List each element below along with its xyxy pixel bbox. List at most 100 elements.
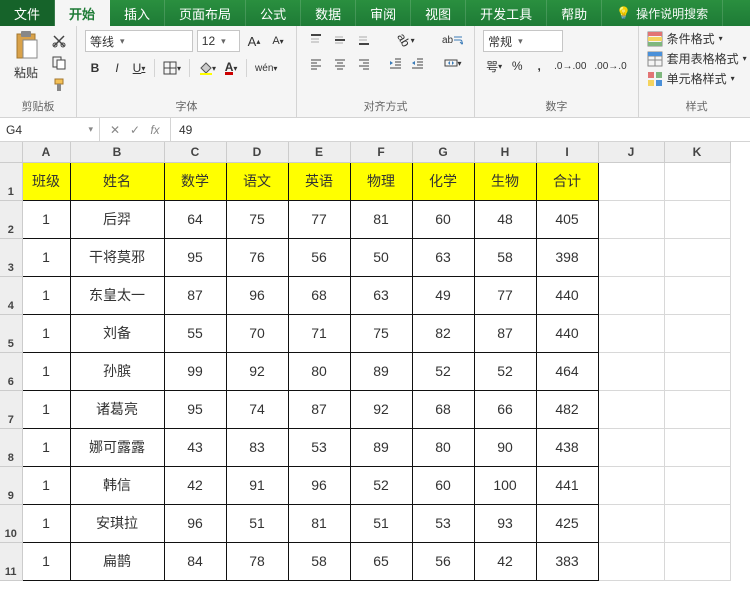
font-name-combo[interactable]: 等线▾ [85,30,193,52]
cell[interactable]: 43 [164,428,226,466]
cell[interactable] [664,352,730,390]
tab-dev[interactable]: 开发工具 [466,0,547,26]
cell[interactable]: 1 [22,276,70,314]
cell[interactable]: 1 [22,466,70,504]
cell[interactable]: 87 [288,390,350,428]
cell[interactable]: 班级 [22,162,70,200]
enter-button[interactable]: ✓ [126,121,144,139]
cell[interactable]: 扁鹊 [70,542,164,580]
cell[interactable]: 87 [474,314,536,352]
column-header[interactable]: F [350,142,412,162]
tab-view[interactable]: 视图 [411,0,466,26]
cell[interactable]: 84 [164,542,226,580]
column-header[interactable]: J [598,142,664,162]
cell[interactable]: 77 [474,276,536,314]
cell[interactable]: 71 [288,314,350,352]
column-header[interactable]: D [226,142,288,162]
cell[interactable]: 95 [164,390,226,428]
cell[interactable]: 51 [226,504,288,542]
accounting-format-button[interactable]: 咢▾ [483,56,505,76]
cell[interactable]: 干将莫邪 [70,238,164,276]
cell[interactable] [664,314,730,352]
format-table-button[interactable]: 套用表格格式▾ [647,50,747,67]
cell[interactable]: 英语 [288,162,350,200]
orientation-button[interactable]: ab▾ [385,30,427,50]
cell[interactable]: 92 [350,390,412,428]
cell[interactable]: 东皇太一 [70,276,164,314]
cell[interactable] [664,276,730,314]
cell[interactable]: 1 [22,238,70,276]
cell[interactable]: 60 [412,466,474,504]
cell[interactable]: 440 [536,314,598,352]
cell[interactable]: 化学 [412,162,474,200]
cell[interactable] [598,276,664,314]
cell[interactable]: 76 [226,238,288,276]
cell[interactable]: 合计 [536,162,598,200]
cell[interactable]: 1 [22,352,70,390]
tab-review[interactable]: 审阅 [356,0,411,26]
cut-button[interactable] [50,32,68,50]
cell[interactable] [664,466,730,504]
cell[interactable]: 77 [288,200,350,238]
tab-help[interactable]: 帮助 [547,0,602,26]
cell[interactable]: 1 [22,428,70,466]
cell[interactable] [664,162,730,200]
row-header[interactable]: 9 [0,466,22,504]
percent-button[interactable]: % [507,56,527,76]
cell[interactable]: 1 [22,200,70,238]
cell[interactable]: 80 [288,352,350,390]
cell[interactable]: 1 [22,542,70,580]
row-header[interactable]: 5 [0,314,22,352]
cell[interactable] [664,428,730,466]
cell[interactable]: 50 [350,238,412,276]
cell[interactable]: 1 [22,504,70,542]
number-format-combo[interactable]: 常规▾ [483,30,563,52]
column-header[interactable]: E [288,142,350,162]
cell[interactable]: 63 [412,238,474,276]
wrap-text-button[interactable]: ab [439,30,466,50]
decrease-decimal-button[interactable]: .00→.0 [591,56,629,76]
fill-color-button[interactable]: ▾ [195,58,219,78]
align-bottom-button[interactable] [353,30,375,50]
spreadsheet-grid[interactable]: ABCDEFGHIJK1班级姓名数学语文英语物理化学生物合计21后羿647577… [0,142,750,581]
cell[interactable]: 464 [536,352,598,390]
row-header[interactable]: 6 [0,352,22,390]
cell[interactable]: 56 [412,542,474,580]
cell[interactable] [598,238,664,276]
cell[interactable]: 482 [536,390,598,428]
cell[interactable] [664,390,730,428]
formula-input[interactable]: 49 [171,123,750,137]
row-header[interactable]: 4 [0,276,22,314]
cell[interactable]: 93 [474,504,536,542]
name-box[interactable]: G4▾ [0,118,100,141]
cell[interactable]: 66 [474,390,536,428]
cell[interactable]: 65 [350,542,412,580]
decrease-indent-button[interactable] [385,53,405,73]
cell[interactable] [598,428,664,466]
align-left-button[interactable] [305,54,327,74]
cell[interactable] [598,162,664,200]
cell[interactable]: 56 [288,238,350,276]
cell[interactable]: 96 [164,504,226,542]
tell-me[interactable]: 💡操作说明搜索 [602,0,723,26]
cell[interactable]: 孙膑 [70,352,164,390]
cell[interactable]: 51 [350,504,412,542]
cell[interactable]: 53 [412,504,474,542]
cell[interactable]: 78 [226,542,288,580]
column-header[interactable]: A [22,142,70,162]
row-header[interactable]: 7 [0,390,22,428]
borders-button[interactable]: ▾ [160,58,184,78]
cell[interactable]: 90 [474,428,536,466]
cell[interactable]: 70 [226,314,288,352]
cell-styles-button[interactable]: 单元格样式▾ [647,70,747,87]
cell[interactable] [598,200,664,238]
cell[interactable]: 52 [412,352,474,390]
cell[interactable] [664,200,730,238]
cell[interactable]: 92 [226,352,288,390]
cell[interactable]: 441 [536,466,598,504]
cell[interactable]: 49 [412,276,474,314]
column-header[interactable]: I [536,142,598,162]
font-size-combo[interactable]: 12▾ [197,30,240,52]
column-header[interactable]: K [664,142,730,162]
tab-file[interactable]: 文件 [0,0,55,26]
